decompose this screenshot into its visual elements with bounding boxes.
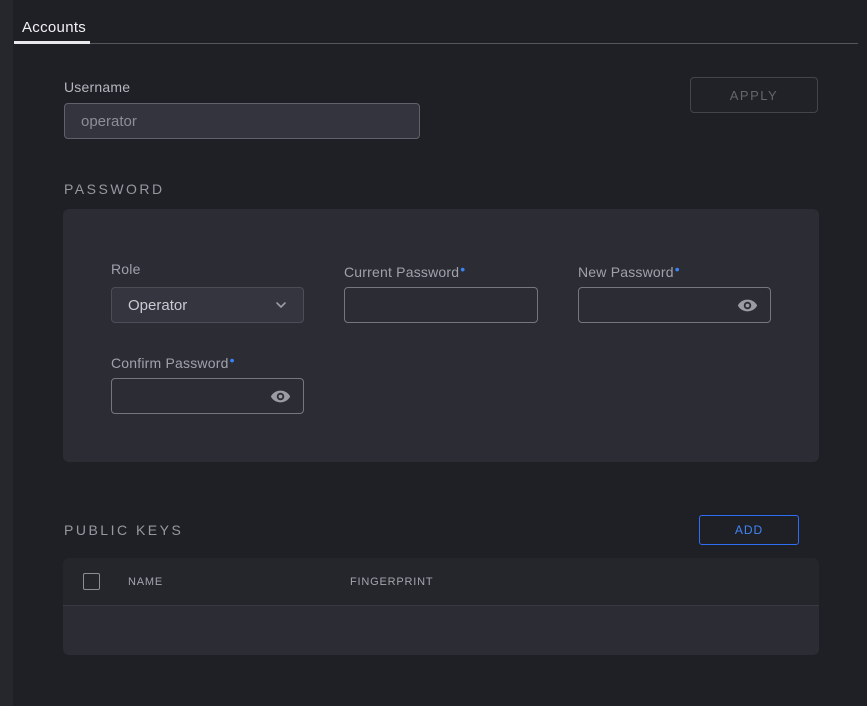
role-selected-value: Operator <box>128 297 187 314</box>
username-input[interactable] <box>64 103 420 139</box>
column-header-name: NAME <box>128 576 163 588</box>
select-all-checkbox[interactable] <box>83 573 100 590</box>
required-marker: • <box>230 352 235 368</box>
new-password-label-text: New Password <box>578 264 674 280</box>
new-password-input[interactable] <box>579 288 736 322</box>
password-panel: Role Operator Current Password• New Pass… <box>63 209 819 462</box>
chevron-down-icon <box>273 297 289 313</box>
active-tab-underline <box>14 41 90 44</box>
eye-icon[interactable] <box>270 386 291 407</box>
eye-icon[interactable] <box>737 295 758 316</box>
public-keys-table-empty-row <box>63 606 819 655</box>
accounts-settings-page: Accounts Username APPLY PASSWORD Role Op… <box>0 0 867 706</box>
public-keys-section-title: PUBLIC KEYS <box>64 522 183 538</box>
current-password-input[interactable] <box>345 288 503 322</box>
username-label: Username <box>64 79 130 95</box>
password-section-title: PASSWORD <box>64 181 165 197</box>
background-edge-strip <box>0 0 13 706</box>
confirm-password-field-wrap <box>111 378 304 414</box>
role-label: Role <box>111 261 141 277</box>
new-password-field-wrap <box>578 287 771 323</box>
add-public-key-button[interactable]: ADD <box>699 515 799 545</box>
required-marker: • <box>460 261 465 277</box>
required-marker: • <box>675 261 680 277</box>
current-password-label-text: Current Password <box>344 264 459 280</box>
confirm-password-label-text: Confirm Password <box>111 355 229 371</box>
current-password-label: Current Password• <box>344 261 465 280</box>
column-header-fingerprint: FINGERPRINT <box>350 576 433 588</box>
apply-button[interactable]: APPLY <box>690 77 818 113</box>
public-keys-table: NAME FINGERPRINT <box>63 558 819 655</box>
role-select[interactable]: Operator <box>111 287 304 323</box>
tab-separator-line <box>14 43 858 44</box>
current-password-field-wrap <box>344 287 538 323</box>
new-password-label: New Password• <box>578 261 680 280</box>
public-keys-table-header: NAME FINGERPRINT <box>63 558 819 606</box>
confirm-password-input[interactable] <box>112 379 269 413</box>
tab-accounts[interactable]: Accounts <box>22 19 86 36</box>
confirm-password-label: Confirm Password• <box>111 352 235 371</box>
